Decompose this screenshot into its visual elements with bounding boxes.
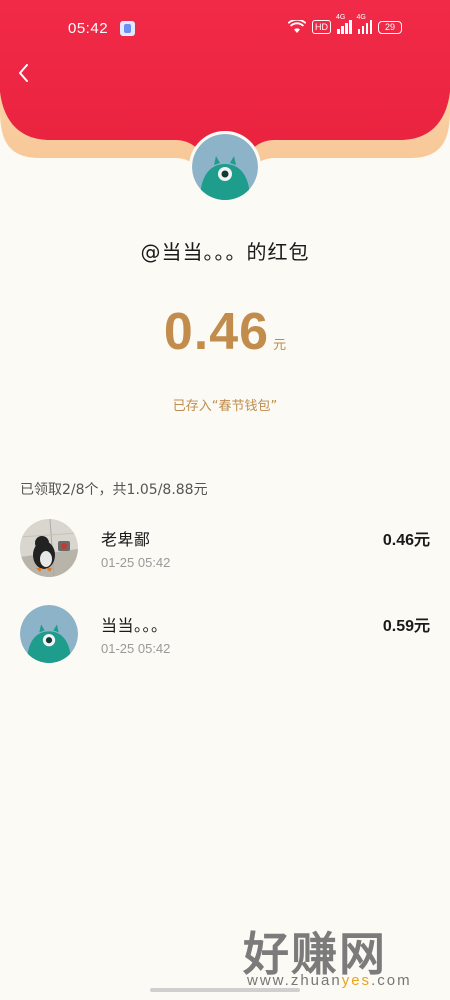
penguin-photo-avatar: [20, 519, 78, 577]
penguin-photo-icon: [20, 519, 78, 577]
claim-summary: 已领取2/8个，共1.05/8.88元: [20, 482, 208, 498]
site-watermark: 好赚网 www.zhuanyes.com: [243, 918, 443, 998]
record-amount: 0.46元: [382, 532, 430, 549]
status-icons: HD 4G 4G 29: [288, 14, 402, 34]
amount-row: 0.46 元: [0, 302, 450, 362]
record-amount: 0.59元: [382, 618, 430, 635]
network-type-label-2: 4G: [356, 14, 366, 21]
teal-monster-avatar-icon: [20, 605, 78, 663]
sender-title: @当当。。。的红包: [140, 240, 310, 264]
amount-unit: 元: [273, 338, 287, 353]
list-item[interactable]: 当当。。。 01-25 05:42 0.59元: [0, 605, 450, 675]
signal-icon-2: 4G: [357, 14, 372, 34]
status-time: 05:42: [68, 20, 109, 37]
home-indicator[interactable]: [150, 988, 300, 992]
watermark-url: www.zhuanyes.com: [247, 972, 412, 989]
teal-monster-avatar: [20, 605, 78, 663]
received-amount: 0.46: [163, 303, 270, 361]
wifi-icon: [288, 20, 306, 33]
watermark-url-suffix: .com: [371, 972, 412, 989]
status-bar: 05:42 HD 4G 4G 29: [0, 14, 450, 42]
saved-to-wallet-link[interactable]: 已存入“春节钱包”: [0, 395, 450, 414]
list-item[interactable]: 老卑鄙 01-25 05:42 0.46元: [0, 519, 450, 589]
teal-monster-avatar-icon: [192, 134, 258, 200]
app-notification-icon: [120, 21, 135, 36]
record-name: 当当。。。: [101, 616, 168, 635]
record-time: 01-25 05:42: [101, 641, 171, 656]
back-button[interactable]: [12, 60, 36, 86]
battery-icon: 29: [378, 20, 402, 34]
hd-badge: HD: [312, 20, 331, 34]
record-name: 老卑鄙: [101, 530, 151, 549]
watermark-url-highlight: yes: [341, 972, 372, 989]
chevron-left-icon: [19, 64, 28, 82]
watermark-url-prefix: www.zhuan: [247, 972, 342, 989]
network-type-label: 4G: [336, 14, 346, 21]
signal-icon: 4G: [336, 14, 352, 34]
record-time: 01-25 05:42: [101, 555, 171, 570]
sender-avatar[interactable]: [189, 131, 261, 203]
